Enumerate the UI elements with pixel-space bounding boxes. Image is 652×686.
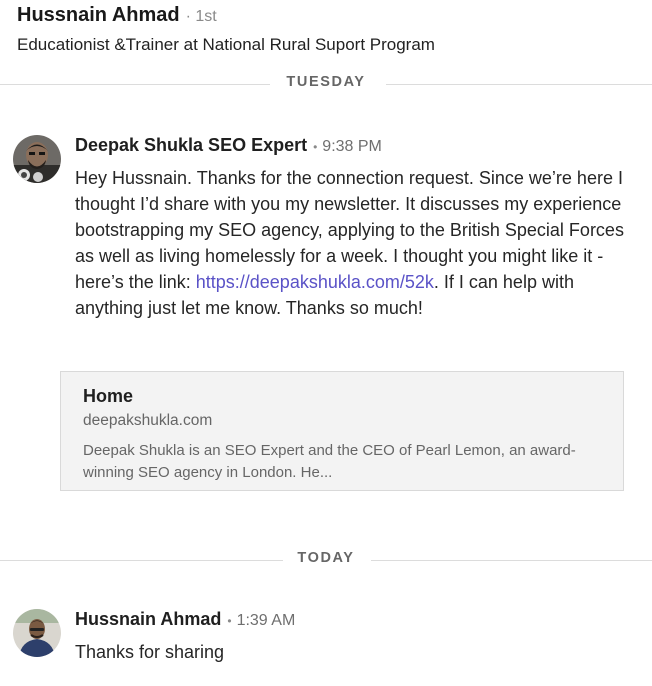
message-body: Hussnain Ahmad • 1:39 AM Thanks for shar… (75, 609, 640, 665)
preview-title: Home (83, 386, 134, 406)
conversation-header: Hussnain Ahmad · 1st Educationist &Train… (17, 4, 637, 55)
message-text: Thanks for sharing (75, 642, 225, 662)
connection-degree: · 1st (185, 8, 217, 25)
message-timestamp: 1:39 AM (236, 612, 296, 629)
message-group: Deepak Shukla SEO Expert • 9:38 PM Hey H… (13, 135, 643, 365)
sender-name[interactable]: Hussnain Ahmad (75, 609, 221, 630)
date-divider-label: TUESDAY (286, 74, 366, 90)
message-meta: Hussnain Ahmad • 1:39 AM (75, 609, 640, 630)
date-divider-label: TODAY (297, 550, 355, 566)
meta-separator: • (313, 140, 318, 154)
connection-degree-label: 1st (195, 8, 217, 25)
sender-name[interactable]: Deepak Shukla SEO Expert (75, 135, 307, 156)
avatar-hussnain[interactable] (13, 609, 61, 657)
message-text: Hey Hussnain. Thanks for the connection … (75, 165, 640, 321)
avatar-deepak[interactable] (13, 135, 61, 183)
newsletter-link[interactable]: https://deepakshukla.com/52k (196, 272, 434, 292)
profile-headline: Educationist &Trainer at National Rural … (17, 35, 435, 54)
profile-name-link[interactable]: Hussnain Ahmad (17, 4, 180, 27)
message-body: Deepak Shukla SEO Expert • 9:38 PM Hey H… (75, 135, 640, 321)
avatar-image (13, 609, 61, 657)
avatar-image (13, 135, 61, 183)
date-divider-today: TODAY (0, 550, 652, 570)
message-timestamp: 9:38 PM (322, 138, 382, 155)
link-preview-card[interactable]: Home deepakshukla.com Deepak Shukla is a… (60, 371, 624, 491)
date-divider-tuesday: TUESDAY (0, 74, 652, 94)
message-meta: Deepak Shukla SEO Expert • 9:38 PM (75, 135, 640, 156)
preview-domain: deepakshukla.com (83, 412, 213, 429)
message-group: Hussnain Ahmad • 1:39 AM Thanks for shar… (13, 609, 643, 679)
preview-description: Deepak Shukla is an SEO Expert and the C… (83, 442, 576, 481)
header-name-line: Hussnain Ahmad · 1st (17, 4, 637, 27)
meta-separator: • (227, 614, 232, 628)
